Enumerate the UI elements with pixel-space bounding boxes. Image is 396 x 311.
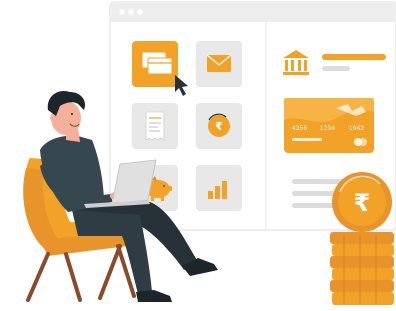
rupee-coin-icon: ₹ [332,172,392,232]
coin-stack [330,232,394,305]
card-logo-right [359,138,367,146]
mail-icon [206,54,232,72]
bank-subtitle-bar [322,66,350,71]
tile-receipt[interactable] [132,103,178,149]
tile-bar-chart[interactable] [196,165,242,211]
tile-mail[interactable] [196,41,242,87]
window-dot-3 [137,9,143,15]
receipt-icon [145,111,165,141]
credit-card[interactable]: 4356 1234 1942 [284,98,374,153]
tile-cards[interactable] [132,41,178,87]
bank-title-bar [322,54,386,60]
rupee-symbol: ₹ [215,120,223,133]
card-number-group-2: 1234 [320,126,336,132]
window-dot-1 [119,9,125,15]
illustration-canvas: ₹ 4356 1234 1942 ₹ [23,1,396,305]
tile-rupee[interactable]: ₹ [196,103,242,149]
card-number-group-3: 1942 [349,126,365,132]
fintech-illustration: ₹ 4356 1234 1942 ₹ [0,0,396,311]
card-holder-line [292,138,322,141]
shoe-left [136,290,172,302]
card-number-group-1: 4356 [292,126,308,132]
window-dot-2 [128,9,134,15]
large-rupee-symbol: ₹ [354,189,371,217]
